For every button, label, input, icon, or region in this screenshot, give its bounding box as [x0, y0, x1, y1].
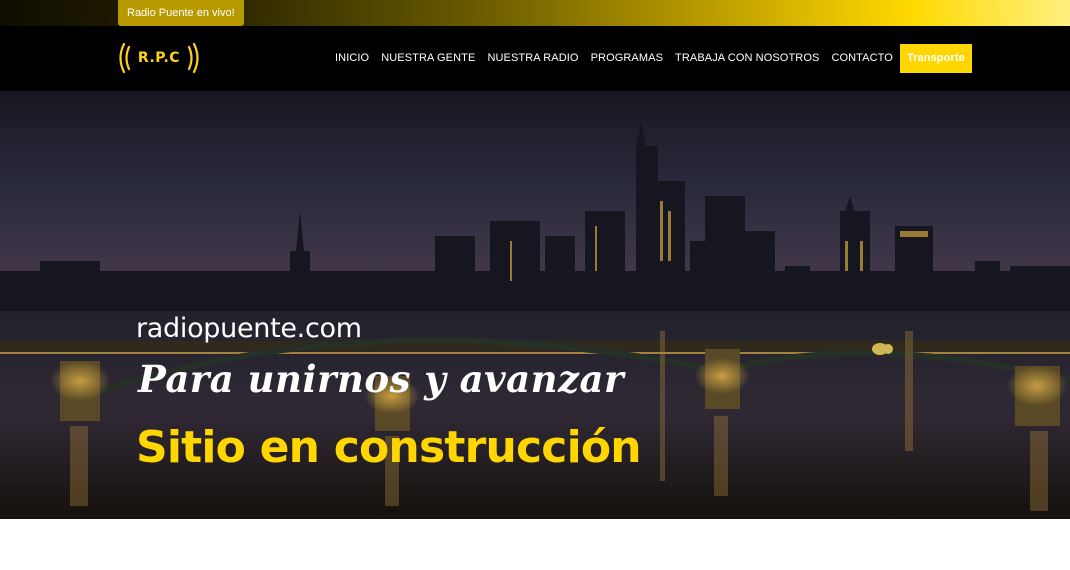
nav-item-trabaja-con-nosotros[interactable]: TRABAJA CON NOSOTROS — [669, 44, 825, 73]
logo-text: R.P.C — [137, 50, 181, 66]
top-bar: Radio Puente en vivo! — [0, 0, 1070, 26]
nav-item-contacto[interactable]: CONTACTO — [825, 44, 899, 73]
site-logo[interactable]: R.P.C — [116, 38, 202, 78]
hero-domain-text: radiopuente.com — [136, 313, 362, 344]
hero-banner: radiopuente.com Para unirnos y avanzar S… — [0, 91, 1070, 519]
nav-item-nuestra-radio[interactable]: NUESTRA RADIO — [481, 44, 584, 73]
nav-item-inicio[interactable]: INICIO — [329, 44, 375, 73]
main-navbar: R.P.C INICIO NUESTRA GENTE NUESTRA RADIO… — [0, 26, 1070, 91]
nav-item-programas[interactable]: PROGRAMAS — [585, 44, 669, 73]
nav-item-transporte[interactable]: Transporte — [899, 44, 972, 73]
nav-item-nuestra-gente[interactable]: NUESTRA GENTE — [375, 44, 481, 73]
live-radio-button[interactable]: Radio Puente en vivo! — [118, 0, 244, 26]
hero-tagline: Para unirnos y avanzar — [138, 357, 625, 401]
main-nav: INICIO NUESTRA GENTE NUESTRA RADIO PROGR… — [329, 44, 972, 73]
content-section — [0, 519, 1070, 570]
hero-status-text: Sitio en construcción — [136, 422, 642, 473]
